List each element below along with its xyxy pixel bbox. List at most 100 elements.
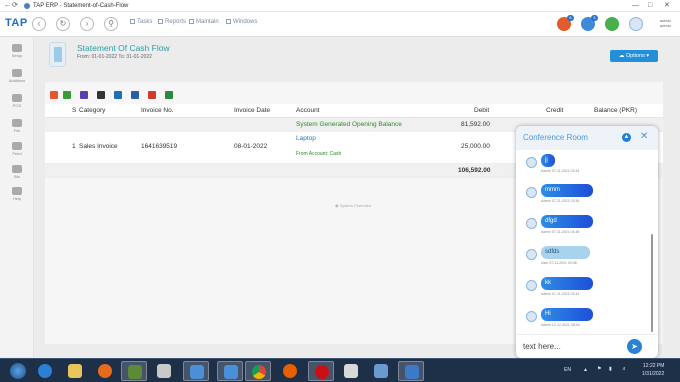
browser-title: TAP ERP - Statement-of-Cash-Flow — [33, 3, 129, 9]
flag-icon[interactable] — [50, 91, 58, 99]
sidebar-item-label: File — [13, 128, 21, 133]
sidebar-item-pos[interactable]: POS — [0, 94, 34, 108]
tree-icon[interactable] — [63, 91, 71, 99]
taskbar-app-4[interactable] — [368, 361, 394, 381]
chat-input-placeholder: text here... — [523, 342, 561, 351]
sidebar-item-file[interactable]: File — [0, 119, 34, 133]
sidebar-item-additions[interactable]: Additions — [0, 69, 34, 83]
send-icon[interactable]: ➤ — [627, 339, 642, 354]
avatar — [526, 187, 537, 198]
notifications-icon[interactable]: 6 — [557, 15, 574, 31]
cart-icon — [12, 69, 22, 77]
minimize-icon[interactable]: — — [632, 0, 639, 12]
chevron-up-icon[interactable]: ▲ — [622, 133, 631, 142]
avatar[interactable] — [629, 17, 643, 31]
messages-icon[interactable]: 5 — [581, 15, 598, 31]
monitor-icon — [12, 94, 22, 102]
nav-forward-button[interactable]: › — [80, 17, 94, 31]
taskbar-firefox[interactable] — [277, 361, 303, 381]
menu-icon[interactable] — [605, 17, 619, 31]
app-icon — [128, 365, 142, 379]
print-icon[interactable] — [131, 91, 139, 99]
back-arrow-icon[interactable]: ← — [4, 0, 11, 12]
chat-input[interactable]: text here... ➤ — [516, 334, 658, 358]
avatar — [526, 280, 537, 291]
row-account-link[interactable]: Laptop — [296, 132, 316, 146]
system-protected-note: ◉ System Protected — [335, 203, 372, 208]
volume-icon[interactable]: ♬ — [622, 366, 627, 372]
app-logo-icon — [24, 3, 30, 9]
taskbar-app-2[interactable] — [151, 361, 177, 381]
nav-windows[interactable]: Windows — [226, 19, 257, 25]
sidebar-item-label: Bin — [14, 174, 20, 179]
close-window-icon[interactable]: ✕ — [664, 0, 670, 12]
chat-messages: jj Admin 07-11-2021 03:34 mmm Admin 07-1… — [516, 150, 651, 332]
clock-date[interactable]: 1/31/2022 — [642, 371, 664, 377]
sidebar-item-bin[interactable]: Bin — [0, 165, 34, 179]
row-invoice-date: 08-01-2022 — [234, 143, 268, 150]
network-icon — [190, 365, 204, 379]
nav-reports[interactable]: Reports — [158, 19, 186, 25]
taskbar-network-1[interactable] — [183, 361, 209, 381]
chat-message: kk Admin 07-11-2021 03:44 — [526, 275, 646, 305]
reload-icon[interactable]: ⟳ — [12, 0, 18, 12]
search-button[interactable]: ⚲ — [104, 17, 118, 31]
sidebar-item-feed[interactable]: Feed — [0, 142, 34, 156]
taskbar-opera[interactable] — [308, 361, 334, 381]
nav-maintain[interactable]: Maintain — [189, 19, 219, 25]
chat-message: jj Admin 07-11-2021 03:34 — [526, 152, 646, 182]
page-subtitle: From: 01-01-2022 To: 31-01-2022 — [77, 54, 152, 60]
taskbar-app-1[interactable] — [121, 361, 147, 381]
message-bubble: kk — [541, 277, 593, 290]
media-player-icon — [98, 364, 112, 378]
brand-logo[interactable]: TAP — [5, 17, 28, 29]
sidebar-item-help[interactable]: Help — [0, 187, 34, 201]
row-account: System Generated Opening Balance — [296, 121, 402, 128]
chat-title: Conference Room — [523, 133, 588, 142]
user-name: admin admin — [660, 18, 671, 28]
page-header: Statement Of Cash Flow From: 01-01-2022 … — [45, 40, 665, 70]
battery-icon[interactable]: ▮ — [609, 366, 612, 372]
close-icon[interactable]: ✕ — [640, 131, 648, 142]
clock-time[interactable]: 12:22 PM — [643, 363, 664, 369]
avatar — [526, 311, 537, 322]
nav-tasks[interactable]: Tasks — [130, 19, 152, 25]
taskbar-explorer[interactable] — [62, 361, 88, 381]
nav-back-button[interactable]: ‹ — [32, 17, 46, 31]
nav-maintain-label: Maintain — [196, 19, 219, 25]
message-meta: User 07-11-2021 03:38 — [541, 261, 577, 265]
language-indicator[interactable]: EN — [564, 367, 571, 373]
messages-badge: 5 — [591, 15, 598, 21]
maximize-icon[interactable]: □ — [648, 0, 652, 12]
network-icon — [224, 365, 238, 379]
taskbar-chrome[interactable] — [245, 361, 271, 381]
search-icon[interactable] — [114, 91, 122, 99]
pdf-icon[interactable] — [148, 91, 156, 99]
tray-chevron-icon[interactable]: ▲ — [583, 367, 588, 373]
taskbar-network-2[interactable] — [217, 361, 243, 381]
chat-scrollbar[interactable] — [651, 234, 653, 332]
taskbar-app-3[interactable] — [338, 361, 364, 381]
excel-icon[interactable] — [165, 91, 173, 99]
share-icon — [12, 142, 22, 150]
options-button[interactable]: ☁ Options ▾ — [610, 50, 658, 62]
opera-icon — [315, 365, 329, 379]
user-icon[interactable] — [80, 91, 88, 99]
row-account-sub: From Account: Cash — [296, 151, 342, 157]
message-meta: Admin 07-11-2021 03:38 — [541, 230, 580, 234]
message-meta: Admin 07-11-2021 03:44 — [541, 292, 580, 296]
taskbar-app-5[interactable] — [398, 361, 424, 381]
row-invoice-no[interactable]: 1641639519 — [141, 140, 177, 154]
taskbar-ie[interactable] — [32, 361, 58, 381]
grid-icon[interactable] — [97, 91, 105, 99]
nav-refresh-button[interactable]: ↻ — [56, 17, 70, 31]
taskbar-media[interactable] — [92, 361, 118, 381]
message-bubble: sdfds — [541, 246, 590, 259]
report-icon — [158, 19, 163, 24]
start-button[interactable] — [10, 363, 26, 379]
chat-message: mmm Admin 07-11-2021 03:36 — [526, 182, 646, 212]
sidebar-item-setup[interactable]: Setup — [0, 44, 34, 58]
message-bubble: Hi — [541, 308, 593, 321]
flag-icon[interactable]: ⚑ — [597, 366, 601, 372]
app-icon — [344, 364, 358, 378]
